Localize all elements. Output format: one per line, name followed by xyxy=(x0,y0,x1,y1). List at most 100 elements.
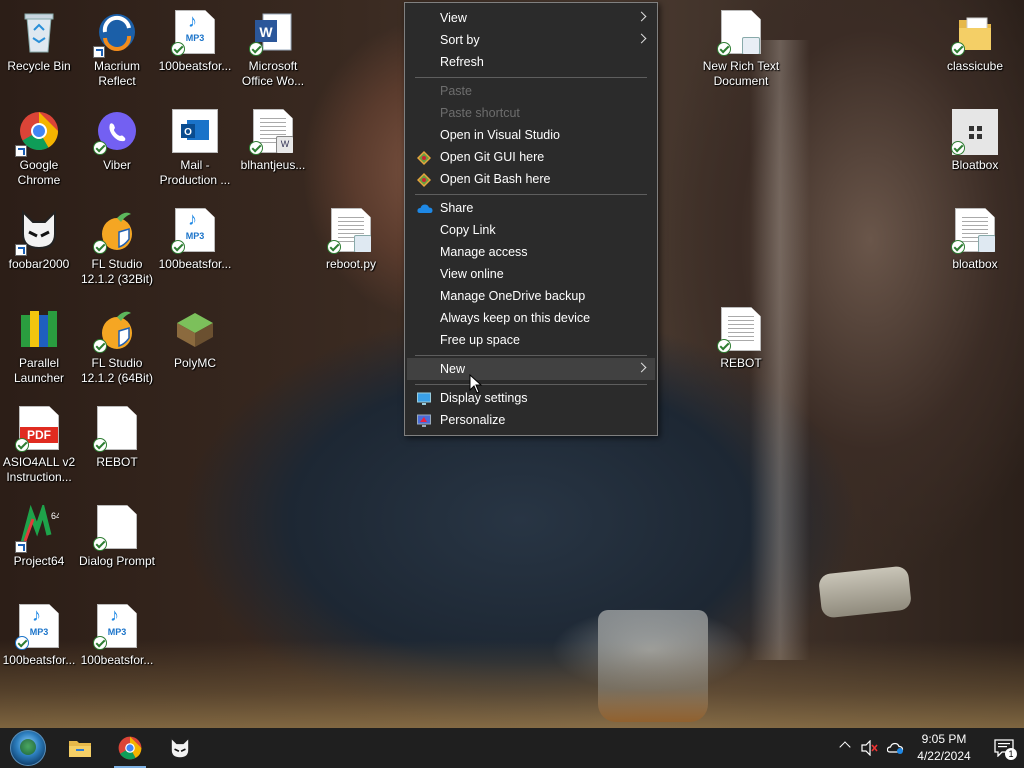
desktop-icon-bloatbox-file[interactable]: bloatbox xyxy=(936,200,1014,296)
desktop-icon-parallel-launcher[interactable]: Parallel Launcher xyxy=(0,299,78,395)
desktop-icon-label: Project64 xyxy=(13,554,65,568)
desktop-icon-blhantjeus[interactable]: W blhantjeus... xyxy=(234,101,312,197)
sync-check-icon xyxy=(249,42,263,56)
sync-check-icon xyxy=(717,42,731,56)
desktop-icon-project64[interactable]: 64 Project64 xyxy=(0,497,78,593)
desktop-icon-label: 100beatsfor... xyxy=(80,653,154,667)
desktop-icon-label: REBOT xyxy=(720,356,762,370)
polymc-icon xyxy=(175,307,215,351)
menu-separator xyxy=(415,77,647,78)
git-icon xyxy=(417,172,431,187)
outlook-mail-icon: O xyxy=(172,109,218,153)
chrome-icon xyxy=(118,736,142,765)
menu-item-open-git-gui[interactable]: Open Git GUI here xyxy=(407,146,655,168)
file-explorer-icon xyxy=(68,738,92,763)
desktop-icon-label: blhantjeus... xyxy=(240,158,306,172)
desktop-icon-new-rich-text[interactable]: New Rich Text Document xyxy=(702,2,780,98)
action-center-button[interactable]: 1 xyxy=(992,736,1017,760)
chevron-right-icon xyxy=(636,33,647,44)
desktop-icon-google-chrome[interactable]: Google Chrome xyxy=(0,101,78,197)
display-monitor-icon xyxy=(417,391,431,405)
desktop-icon-rebot-1[interactable]: REBOT xyxy=(78,398,156,494)
desktop-icon-word-document[interactable]: W Microsoft Office Wo... xyxy=(234,2,312,98)
menu-item-refresh[interactable]: Refresh xyxy=(407,51,655,73)
desktop-icon-classicube[interactable]: classicube xyxy=(936,2,1014,98)
desktop-icon-dialog-prompt[interactable]: Dialog Prompt xyxy=(78,497,156,593)
desktop-icon-rebot-2[interactable]: REBOT xyxy=(702,299,780,395)
menu-item-view[interactable]: View xyxy=(407,7,655,29)
desktop-icon-mp3-3[interactable]: ♪ MP3 100beatsfor... xyxy=(0,596,78,692)
desktop-icon-label: FL Studio 12.1.2 (64Bit) xyxy=(80,356,154,385)
taskbar-chrome[interactable] xyxy=(106,728,154,768)
desktop-icon-foobar2000[interactable]: foobar2000 xyxy=(0,200,78,296)
shortcut-arrow-icon xyxy=(15,541,27,553)
desktop-icon-mp3-2[interactable]: ♪ MP3 100beatsfor... xyxy=(156,200,234,296)
project64-icon: 64 xyxy=(15,502,61,553)
menu-item-copy-link[interactable]: Copy Link xyxy=(407,219,655,241)
desktop-icon-viber[interactable]: Viber xyxy=(78,101,156,197)
volume-button[interactable] xyxy=(858,728,882,768)
desktop-icon-label: FL Studio 12.1.2 (32Bit) xyxy=(80,257,154,286)
parallel-launcher-icon xyxy=(19,307,59,351)
menu-item-open-visual-studio[interactable]: Open in Visual Studio xyxy=(407,124,655,146)
desktop-icon-label: Google Chrome xyxy=(17,158,61,187)
desktop-context-menu: View Sort by Refresh Paste Paste shortcu… xyxy=(404,2,658,436)
desktop-icon-label: foobar2000 xyxy=(8,257,70,271)
start-button[interactable] xyxy=(2,728,50,768)
desktop-icon-fl-studio-64[interactable]: FL Studio 12.1.2 (64Bit) xyxy=(78,299,156,395)
sync-check-icon xyxy=(93,339,107,353)
chrome-icon xyxy=(15,109,59,157)
taskbar-foobar2000[interactable] xyxy=(156,728,204,768)
desktop-icon-label: Viber xyxy=(103,158,131,172)
taskbar-file-explorer[interactable] xyxy=(56,728,104,768)
taskbar: 9:05 PM 4/22/2024 1 xyxy=(0,728,1024,768)
menu-item-display-settings[interactable]: Display settings xyxy=(407,387,655,409)
desktop-icon-label: Mail - Production ... xyxy=(159,158,231,187)
menu-item-manage-onedrive-backup[interactable]: Manage OneDrive backup xyxy=(407,285,655,307)
sync-check-icon xyxy=(93,240,107,254)
sync-check-icon xyxy=(171,42,185,56)
desktop-icon-fl-studio-32[interactable]: FL Studio 12.1.2 (32Bit) xyxy=(78,200,156,296)
desktop-icon-mp3-4[interactable]: ♪ MP3 100beatsfor... xyxy=(78,596,156,692)
desktop-icon-mail-production[interactable]: O Mail - Production ... xyxy=(156,101,234,197)
desktop-icon-macrium-reflect[interactable]: Macrium Reflect xyxy=(78,2,156,98)
desktop-icon-label: ASIO4ALL v2 Instruction... xyxy=(2,455,76,484)
desktop-icon-asio4all-pdf[interactable]: PDF ASIO4ALL v2 Instruction... xyxy=(0,398,78,494)
taskbar-clock[interactable]: 9:05 PM 4/22/2024 xyxy=(908,731,980,765)
sync-check-icon xyxy=(327,240,341,254)
menu-item-new[interactable]: New xyxy=(407,358,655,380)
foobar2000-icon xyxy=(15,208,59,256)
menu-item-personalize[interactable]: Personalize xyxy=(407,409,655,431)
sync-check-icon xyxy=(951,240,965,254)
desktop-icon-label: REBOT xyxy=(96,455,138,469)
chevron-up-icon xyxy=(839,741,851,753)
menu-item-free-up-space[interactable]: Free up space xyxy=(407,329,655,351)
desktop-icon-label: Recycle Bin xyxy=(7,59,71,73)
desktop-icon-bloatbox-app[interactable]: Bloatbox xyxy=(936,101,1014,197)
menu-item-always-keep[interactable]: Always keep on this device xyxy=(407,307,655,329)
shortcut-arrow-icon xyxy=(93,46,105,58)
desktop-icon-label: Dialog Prompt xyxy=(78,554,156,568)
desktop-icon-polymc[interactable]: PolyMC xyxy=(156,299,234,395)
onedrive-tray-button[interactable] xyxy=(884,728,908,768)
menu-item-manage-access[interactable]: Manage access xyxy=(407,241,655,263)
menu-item-paste-shortcut: Paste shortcut xyxy=(440,106,520,120)
menu-item-view-online[interactable]: View online xyxy=(407,263,655,285)
desktop-icon-recycle-bin[interactable]: Recycle Bin xyxy=(0,2,78,98)
sync-check-icon xyxy=(93,438,107,452)
menu-item-share[interactable]: Share xyxy=(407,197,655,219)
chevron-right-icon xyxy=(636,11,647,22)
desktop-icon-label: classicube xyxy=(946,59,1004,73)
sync-check-icon xyxy=(93,537,107,551)
menu-separator xyxy=(415,355,647,356)
menu-item-sort-by[interactable]: Sort by xyxy=(407,29,655,51)
desktop-icon-reboot-py[interactable]: reboot.py xyxy=(312,200,390,296)
menu-item-open-git-bash[interactable]: Open Git Bash here xyxy=(407,168,655,190)
show-hidden-icons-button[interactable] xyxy=(836,728,856,768)
desktop-icon-label: reboot.py xyxy=(325,257,377,271)
desktop-icon-mp3-1[interactable]: ♪ MP3 100beatsfor... xyxy=(156,2,234,98)
desktop-icon-label: 100beatsfor... xyxy=(2,653,76,667)
svg-text:64: 64 xyxy=(51,511,59,521)
volume-muted-icon xyxy=(861,739,879,759)
desktop-icon-label: Parallel Launcher xyxy=(13,356,65,385)
